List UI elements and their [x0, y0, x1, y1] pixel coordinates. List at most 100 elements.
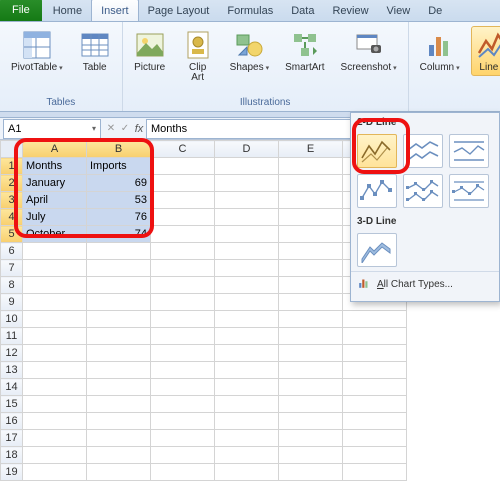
- cell[interactable]: Imports: [87, 158, 151, 175]
- cell[interactable]: [215, 175, 279, 192]
- cell[interactable]: [279, 294, 343, 311]
- cell[interactable]: [343, 430, 407, 447]
- col-header-D[interactable]: D: [215, 141, 279, 158]
- cell[interactable]: [87, 345, 151, 362]
- row-header[interactable]: 3: [1, 192, 23, 209]
- cell[interactable]: [343, 447, 407, 464]
- cell[interactable]: [151, 328, 215, 345]
- cell[interactable]: [215, 277, 279, 294]
- cell[interactable]: [215, 379, 279, 396]
- row-header[interactable]: 4: [1, 209, 23, 226]
- pivottable-button[interactable]: PivotTable▾: [6, 26, 68, 76]
- cell[interactable]: [23, 413, 87, 430]
- name-box[interactable]: A1 ▾: [3, 119, 101, 139]
- cell[interactable]: [151, 260, 215, 277]
- row-header[interactable]: 7: [1, 260, 23, 277]
- table-button[interactable]: Table: [74, 26, 116, 76]
- cell[interactable]: [279, 379, 343, 396]
- cell[interactable]: [87, 430, 151, 447]
- cell[interactable]: [279, 158, 343, 175]
- cell[interactable]: [23, 396, 87, 413]
- tab-page-layout[interactable]: Page Layout: [139, 1, 219, 21]
- cell[interactable]: [279, 209, 343, 226]
- cell[interactable]: [23, 379, 87, 396]
- cell[interactable]: [23, 362, 87, 379]
- cell[interactable]: [151, 379, 215, 396]
- cell[interactable]: [215, 294, 279, 311]
- cell[interactable]: [87, 294, 151, 311]
- cell[interactable]: [151, 447, 215, 464]
- tab-file[interactable]: File: [0, 0, 42, 21]
- cell[interactable]: [87, 328, 151, 345]
- cell[interactable]: [279, 311, 343, 328]
- cell[interactable]: [87, 396, 151, 413]
- cell[interactable]: [343, 345, 407, 362]
- row-header[interactable]: 11: [1, 328, 23, 345]
- cell[interactable]: [279, 175, 343, 192]
- cell[interactable]: [87, 243, 151, 260]
- cell[interactable]: 69: [87, 175, 151, 192]
- line-chart-option-100stacked[interactable]: [449, 134, 489, 168]
- cell[interactable]: [215, 209, 279, 226]
- row-header[interactable]: 9: [1, 294, 23, 311]
- tab-formulas[interactable]: Formulas: [218, 1, 282, 21]
- row-header[interactable]: 16: [1, 413, 23, 430]
- cell[interactable]: [343, 328, 407, 345]
- cell[interactable]: October: [23, 226, 87, 243]
- cell[interactable]: [215, 413, 279, 430]
- cell[interactable]: [343, 413, 407, 430]
- row-header[interactable]: 18: [1, 447, 23, 464]
- cell[interactable]: 76: [87, 209, 151, 226]
- cell[interactable]: [151, 226, 215, 243]
- cell[interactable]: [87, 447, 151, 464]
- cell[interactable]: [151, 396, 215, 413]
- cell[interactable]: [215, 243, 279, 260]
- cell[interactable]: [23, 311, 87, 328]
- cell[interactable]: [151, 192, 215, 209]
- cell[interactable]: [151, 430, 215, 447]
- cell[interactable]: [215, 464, 279, 481]
- cell[interactable]: [151, 413, 215, 430]
- cell[interactable]: [23, 260, 87, 277]
- chevron-down-icon[interactable]: ▾: [92, 124, 96, 133]
- cell[interactable]: Months: [23, 158, 87, 175]
- cancel-button[interactable]: ✕: [104, 123, 118, 134]
- cell[interactable]: April: [23, 192, 87, 209]
- cell[interactable]: [23, 345, 87, 362]
- column-chart-button[interactable]: Column▾: [415, 26, 465, 76]
- cell[interactable]: [279, 447, 343, 464]
- cell[interactable]: [343, 396, 407, 413]
- cell[interactable]: [279, 396, 343, 413]
- cell[interactable]: [215, 192, 279, 209]
- tab-data[interactable]: Data: [282, 1, 323, 21]
- cell[interactable]: [151, 158, 215, 175]
- line-chart-option-100stacked-markers[interactable]: [449, 174, 489, 208]
- cell[interactable]: [215, 362, 279, 379]
- all-chart-types-button[interactable]: AAll Chart Types...ll Chart Types...: [351, 271, 499, 297]
- cell[interactable]: [23, 243, 87, 260]
- col-header-E[interactable]: E: [279, 141, 343, 158]
- col-header-A[interactable]: A: [23, 141, 87, 158]
- cell[interactable]: [23, 294, 87, 311]
- row-header[interactable]: 10: [1, 311, 23, 328]
- cell[interactable]: [23, 430, 87, 447]
- fx-icon[interactable]: fx: [132, 123, 146, 135]
- line-chart-option-stacked-markers[interactable]: [403, 174, 443, 208]
- tab-developer[interactable]: De: [419, 1, 451, 21]
- row-header[interactable]: 1: [1, 158, 23, 175]
- row-header[interactable]: 14: [1, 379, 23, 396]
- cell[interactable]: [23, 447, 87, 464]
- cell[interactable]: [343, 379, 407, 396]
- screenshot-button[interactable]: Screenshot▾: [336, 26, 402, 76]
- col-header-C[interactable]: C: [151, 141, 215, 158]
- cell[interactable]: [343, 311, 407, 328]
- row-header[interactable]: 12: [1, 345, 23, 362]
- cell[interactable]: [343, 464, 407, 481]
- tab-insert[interactable]: Insert: [91, 0, 139, 21]
- cell[interactable]: [151, 464, 215, 481]
- cell[interactable]: [151, 311, 215, 328]
- cell[interactable]: [151, 243, 215, 260]
- row-header[interactable]: 6: [1, 243, 23, 260]
- cell[interactable]: [87, 311, 151, 328]
- cell[interactable]: [87, 260, 151, 277]
